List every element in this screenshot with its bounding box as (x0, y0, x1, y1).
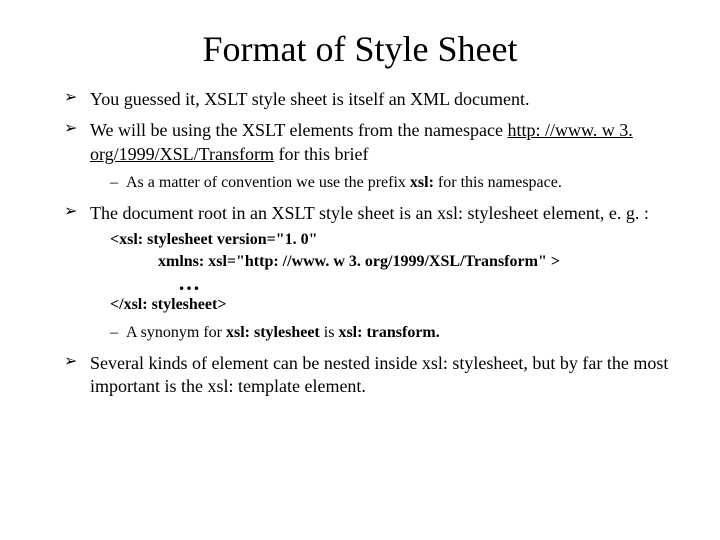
bullet-text: for this brief (274, 144, 368, 164)
bullet-text: The document root in an XSLT style sheet… (90, 203, 649, 223)
bullet-item: We will be using the XSLT elements from … (70, 119, 672, 193)
bullet-list: You guessed it, XSLT style sheet is itse… (48, 88, 672, 398)
bullet-text: You guessed it, XSLT style sheet is itse… (90, 89, 530, 109)
sub-text: is (320, 324, 339, 341)
bullet-text: Several kinds of element can be nested i… (90, 353, 668, 396)
sub-text: As a matter of convention we use the pre… (126, 174, 410, 191)
bullet-item: You guessed it, XSLT style sheet is itse… (70, 88, 672, 111)
bullet-text: We will be using the XSLT elements from … (90, 120, 507, 140)
sub-list: A synonym for xsl: stylesheet is xsl: tr… (90, 322, 672, 344)
sub-bold: xsl: (410, 174, 434, 191)
code-line: </xsl: stylesheet> (110, 294, 672, 316)
sub-bold: xsl: transform. (338, 324, 439, 341)
sub-text: for this namespace. (434, 174, 562, 191)
sub-list: As a matter of convention we use the pre… (90, 172, 672, 194)
bullet-item: The document root in an XSLT style sheet… (70, 202, 672, 344)
sub-item: A synonym for xsl: stylesheet is xsl: tr… (110, 322, 672, 344)
slide: Format of Style Sheet You guessed it, XS… (0, 0, 720, 540)
sub-item: As a matter of convention we use the pre… (110, 172, 672, 194)
code-line: xmlns: xsl="http: //www. w 3. org/1999/X… (110, 251, 672, 273)
code-block: <xsl: stylesheet version="1. 0" xmlns: x… (110, 229, 672, 316)
code-ellipsis: … (110, 272, 672, 294)
sub-bold: xsl: stylesheet (226, 324, 320, 341)
code-line: <xsl: stylesheet version="1. 0" (110, 229, 672, 251)
sub-text: A synonym for (126, 324, 226, 341)
bullet-item: Several kinds of element can be nested i… (70, 352, 672, 399)
slide-title: Format of Style Sheet (48, 28, 672, 70)
